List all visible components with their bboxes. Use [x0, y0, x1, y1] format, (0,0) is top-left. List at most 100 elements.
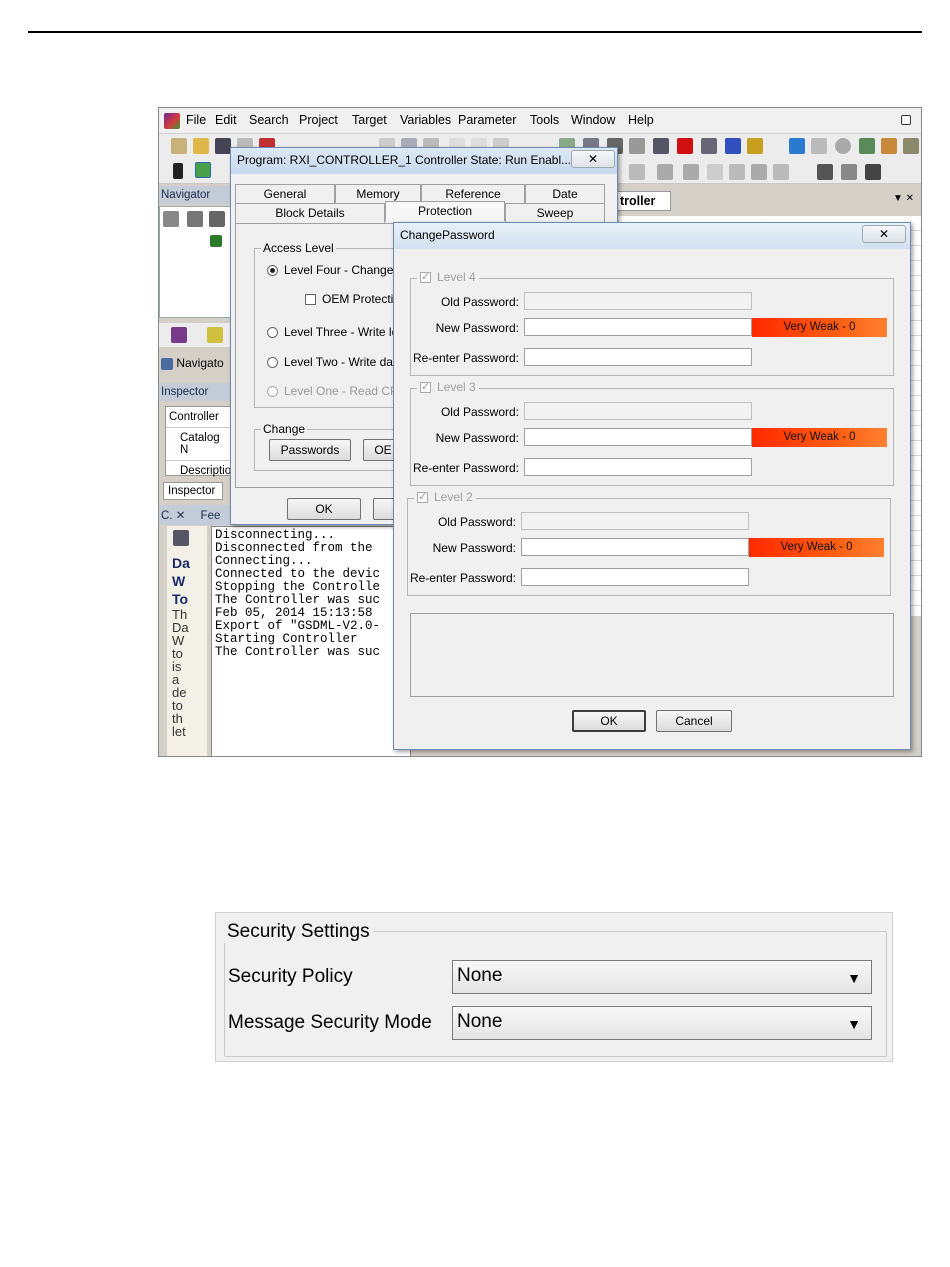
inspector-row[interactable]: Catalog N	[166, 428, 230, 461]
change-password-close-button[interactable]: ✕	[862, 225, 906, 243]
nav-tool-icon-2[interactable]	[207, 327, 223, 343]
menu-search[interactable]: Search	[249, 113, 289, 127]
toolbar-small-icon-4[interactable]	[707, 164, 723, 180]
navigator-tree[interactable]	[159, 206, 231, 318]
tab-block-details[interactable]: Block Details	[235, 203, 385, 223]
tab-reference-label: Reference	[445, 187, 501, 201]
nav-tool-icon-1[interactable]	[171, 327, 187, 343]
level-checkbox-indicator[interactable]	[420, 380, 431, 394]
forward-arrow-icon[interactable]	[811, 138, 827, 154]
inspector-tab[interactable]: Inspector	[163, 482, 223, 500]
checkbox-oem-protection[interactable]: OEM Protection	[305, 292, 407, 306]
find-replace-icon[interactable]	[841, 164, 857, 180]
reenter-password-field[interactable]	[524, 458, 752, 476]
radio-level-three-indicator[interactable]	[267, 327, 278, 339]
editor-tab[interactable]: troller	[617, 191, 671, 211]
change-password-cancel-button[interactable]: Cancel	[656, 710, 732, 732]
binoculars-icon[interactable]	[817, 164, 833, 180]
find-next-icon[interactable]	[865, 164, 881, 180]
level-checkbox[interactable]: Level 4	[417, 270, 479, 284]
tab-general[interactable]: General	[235, 184, 335, 204]
home-icon[interactable]	[881, 138, 897, 154]
companion-text-line: W	[172, 573, 186, 589]
toolbar-infoview-icon[interactable]	[653, 138, 669, 154]
toolbar-network-icon[interactable]	[701, 138, 717, 154]
program-dialog-close-button[interactable]: ✕	[571, 150, 615, 168]
inspector-grid: Controller Catalog N Descriptio	[165, 406, 231, 477]
change-password-cancel-label: Cancel	[675, 714, 713, 728]
toolbar-config-icon[interactable]	[629, 138, 645, 154]
restore-window-icon[interactable]	[901, 115, 911, 125]
oem-button-label: OE	[374, 443, 392, 457]
security-policy-dropdown[interactable]: None ▼	[452, 960, 872, 994]
toolbar-new-icon[interactable]	[171, 138, 187, 154]
feedback-pin-icon[interactable]: C. ✕	[161, 510, 185, 522]
change-password-ok-button[interactable]: OK	[572, 710, 646, 732]
level-checkbox[interactable]: Level 3	[417, 380, 479, 394]
old-password-field[interactable]	[524, 292, 752, 310]
navigator-tab[interactable]: Navigato	[161, 356, 231, 370]
new-password-field[interactable]	[524, 318, 752, 336]
inspector-row[interactable]: Controller	[166, 407, 230, 428]
tab-sweep[interactable]: Sweep	[505, 203, 605, 223]
menu-parameter[interactable]: Parameter	[458, 113, 516, 127]
level-checkbox[interactable]: Level 2	[414, 490, 476, 504]
radio-level-four[interactable]: Level Four - Change P	[267, 263, 405, 277]
reenter-password-field[interactable]	[524, 348, 752, 366]
stop-icon[interactable]	[835, 138, 851, 154]
radio-level-three[interactable]: Level Three - Write log	[267, 325, 405, 339]
passwords-button-label: Passwords	[280, 443, 340, 457]
toolbar-small-icon-2[interactable]	[657, 164, 673, 180]
radio-level-four-indicator[interactable]	[267, 265, 278, 277]
companion-icon[interactable]	[173, 530, 189, 546]
reenter-password-field[interactable]	[521, 568, 749, 586]
new-password-field[interactable]	[521, 538, 749, 556]
radio-level-one-indicator[interactable]	[267, 386, 278, 398]
toolbar-small-icon-7[interactable]	[773, 164, 789, 180]
tree-node-icon[interactable]	[210, 235, 222, 247]
toolbar-open-icon[interactable]	[193, 138, 209, 154]
passwords-button[interactable]: Passwords	[269, 439, 351, 461]
toolbar-award-icon[interactable]	[747, 138, 763, 154]
menu-file[interactable]: File	[186, 113, 206, 127]
nav-view-icon-2[interactable]	[187, 211, 203, 227]
toolbar-small-icon-6[interactable]	[751, 164, 767, 180]
nav-view-icon-3[interactable]	[209, 211, 225, 227]
radio-level-one[interactable]: Level One - Read CPU	[267, 384, 407, 398]
message-security-mode-value: None	[457, 1011, 503, 1032]
oem-checkbox-indicator[interactable]	[305, 294, 316, 306]
menu-variables[interactable]: Variables	[400, 113, 451, 127]
menu-tools[interactable]: Tools	[530, 113, 559, 127]
new-password-field[interactable]	[524, 428, 752, 446]
back-arrow-icon[interactable]	[789, 138, 805, 154]
menu-window[interactable]: Window	[571, 113, 615, 127]
toolbar-save-icon[interactable]	[215, 138, 231, 154]
menu-project[interactable]: Project	[299, 113, 338, 127]
home-alt-icon[interactable]	[903, 138, 919, 154]
program-ok-button[interactable]: OK	[287, 498, 361, 520]
lightning-icon[interactable]	[173, 163, 183, 179]
menu-target[interactable]: Target	[352, 113, 387, 127]
old-password-field[interactable]	[524, 402, 752, 420]
menu-edit[interactable]: Edit	[215, 113, 237, 127]
level-checkbox-indicator[interactable]	[420, 270, 431, 284]
message-security-mode-dropdown[interactable]: None ▼	[452, 1006, 872, 1040]
radio-level-two[interactable]: Level Two - Write data	[267, 355, 403, 369]
toolbar-small-icon-1[interactable]	[629, 164, 645, 180]
hand-icon[interactable]	[195, 162, 211, 178]
toolbar-cube-icon[interactable]	[677, 138, 693, 154]
nav-view-icon-1[interactable]	[163, 211, 179, 227]
menu-help[interactable]: Help	[628, 113, 654, 127]
radio-level-two-indicator[interactable]	[267, 357, 278, 369]
toolbar-small-icon-5[interactable]	[729, 164, 745, 180]
tab-protection[interactable]: Protection	[385, 201, 505, 221]
console-line: The Controller was suc	[215, 645, 381, 659]
old-password-field[interactable]	[521, 512, 749, 530]
refresh-icon[interactable]	[859, 138, 875, 154]
toolbar-star-icon[interactable]	[725, 138, 741, 154]
editor-dropdown-icon[interactable]: ▼ ✕	[893, 193, 914, 204]
level-checkbox-indicator[interactable]	[417, 490, 428, 504]
inspector-row[interactable]: Descriptio	[166, 461, 231, 481]
toolbar-small-icon-3[interactable]	[683, 164, 699, 180]
tab-date[interactable]: Date	[525, 184, 605, 204]
